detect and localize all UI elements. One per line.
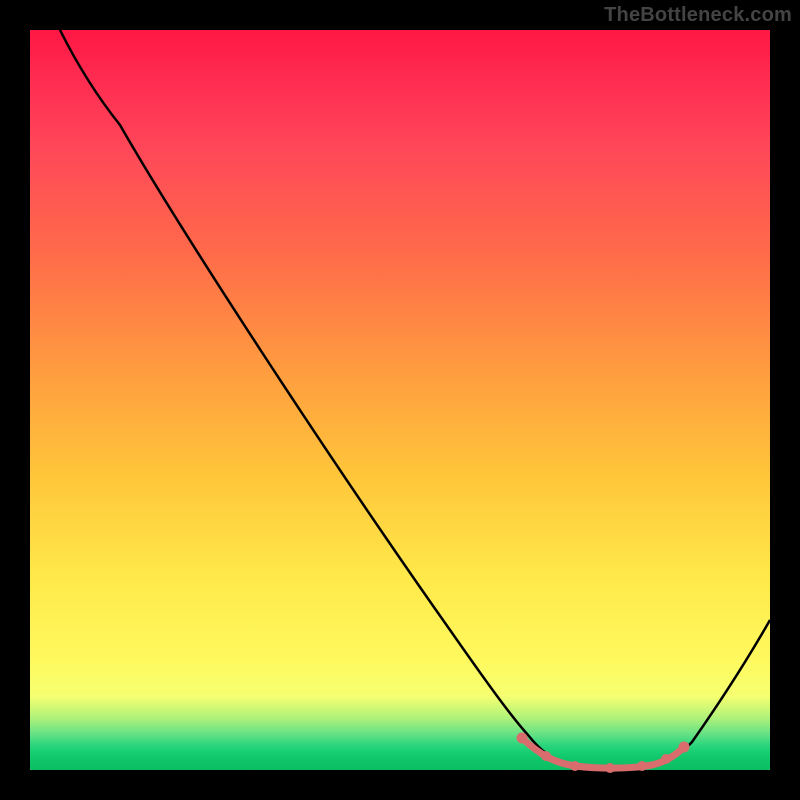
valley-dot — [541, 751, 551, 761]
main-curve — [60, 30, 770, 769]
valley-dot — [661, 754, 671, 764]
valley-dot — [570, 761, 580, 771]
watermark-text: TheBottleneck.com — [604, 4, 792, 27]
valley-dot — [605, 763, 615, 773]
curve-svg — [30, 30, 770, 770]
plot-area — [30, 30, 770, 770]
valley-dot — [679, 742, 690, 753]
chart-container: TheBottleneck.com — [0, 0, 800, 800]
valley-dot — [637, 761, 647, 771]
valley-dot — [517, 733, 528, 744]
